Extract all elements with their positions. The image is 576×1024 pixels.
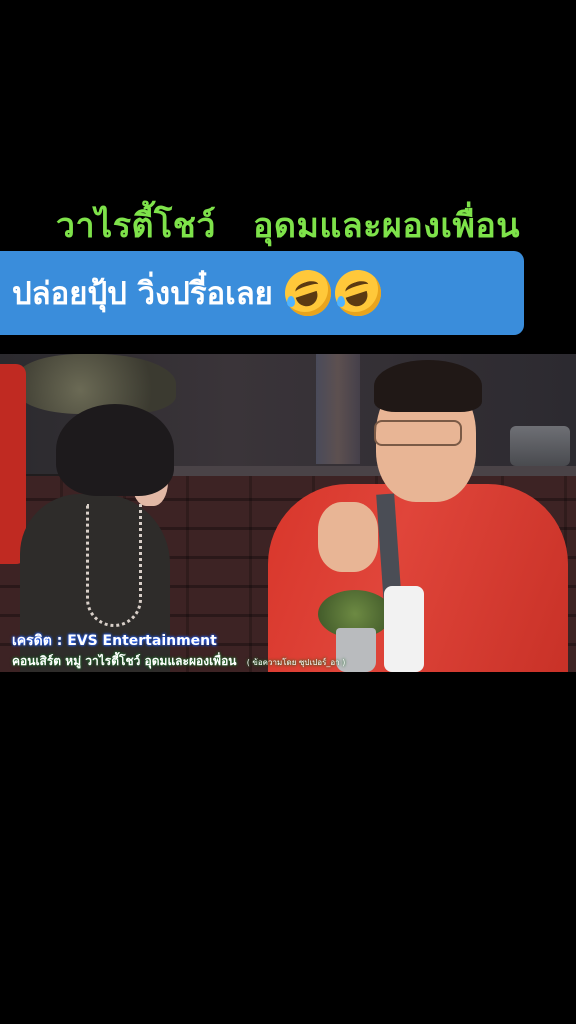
glasses [374, 420, 462, 446]
subtitle-note: ( ข้อความโดย ซุปเปอร์_อา ) [246, 658, 346, 667]
background-plant [16, 354, 176, 414]
rolling-on-floor-laughing-icon [284, 270, 331, 316]
background-jars [510, 426, 570, 466]
emoji-group [284, 270, 381, 316]
man-hair [374, 360, 482, 412]
credit-text: เครดิต : EVS Entertainment [12, 633, 217, 649]
caption-banner: ปล่อยปุ้ป วิ่งปรี๋อเลย [0, 251, 524, 335]
video-frame[interactable]: เครดิต : EVS Entertainment คอนเสิร์ต หมู… [0, 354, 576, 672]
background-books [316, 354, 360, 464]
pearl-necklace [86, 504, 142, 627]
subtitle-text: คอนเสิร์ต หมู่ วาไรตี้โชว์ อุดมและผองเพื… [12, 654, 237, 668]
woman-hair [56, 404, 174, 496]
napkin [384, 586, 424, 672]
background-shelf [170, 466, 576, 476]
man-hand [318, 502, 378, 572]
video-title: วาไรตี้โชว์ อุดมและผองเพื่อน [55, 206, 521, 246]
caption-text: ปล่อยปุ้ป วิ่งปรี๋อเลย [12, 276, 273, 312]
subtitle-line: คอนเสิร์ต หมู่ วาไรตี้โชว์ อุดมและผองเพื… [12, 652, 345, 671]
rolling-on-floor-laughing-icon [334, 270, 381, 316]
